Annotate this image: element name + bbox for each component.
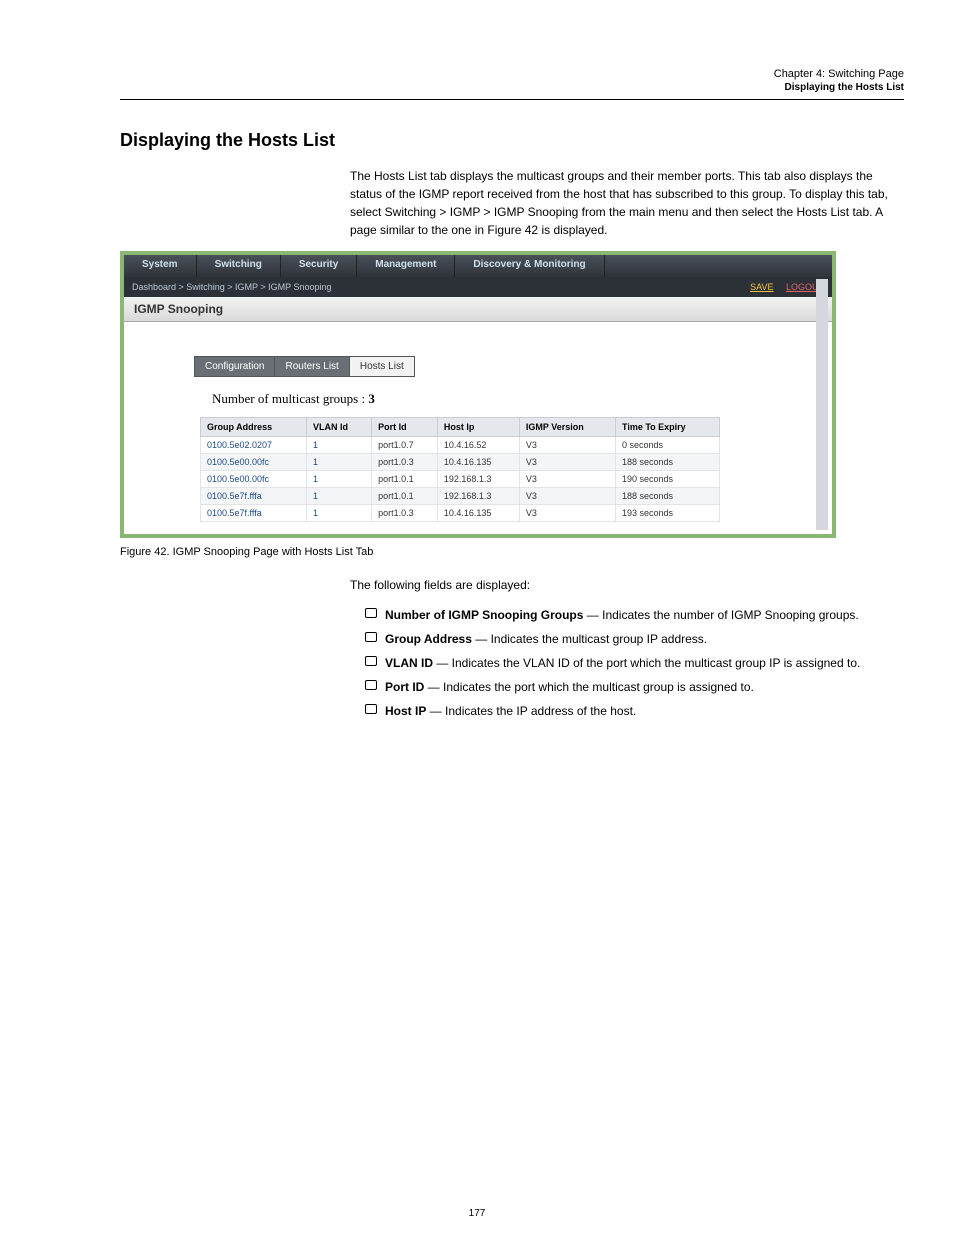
table-row: 0100.5e00.00fc1port1.0.1192.168.1.3V3190… — [201, 471, 720, 488]
nav-security[interactable]: Security — [281, 255, 357, 277]
figure-caption: Figure 42. IGMP Snooping Page with Hosts… — [120, 546, 904, 558]
table-row: 0100.5e02.02071port1.0.710.4.16.52V30 se… — [201, 437, 720, 454]
col-igmp-version: IGMP Version — [519, 418, 615, 437]
list-item: VLAN ID — Indicates the VLAN ID of the p… — [365, 654, 904, 672]
fields-intro: The following fields are displayed: — [350, 576, 904, 594]
bullet-icon — [365, 680, 377, 690]
col-host-ip: Host Ip — [437, 418, 519, 437]
tab-hosts-list[interactable]: Hosts List — [349, 356, 415, 377]
nav-management[interactable]: Management — [357, 255, 455, 277]
list-item: Host IP — Indicates the IP address of th… — [365, 702, 904, 720]
intro-paragraph: The Hosts List tab displays the multicas… — [350, 167, 904, 239]
list-item: Port ID — Indicates the port which the m… — [365, 678, 904, 696]
table-row: 0100.5e7f.fffa1port1.0.1192.168.1.3V3188… — [201, 488, 720, 505]
table-row: 0100.5e00.00fc1port1.0.310.4.16.135V3188… — [201, 454, 720, 471]
running-title: Chapter 4: Switching Page — [774, 68, 904, 80]
nav-system[interactable]: System — [124, 255, 197, 277]
bullet-icon — [365, 608, 377, 618]
nav-switching[interactable]: Switching — [197, 255, 281, 277]
section-heading: Displaying the Hosts List — [120, 130, 904, 151]
embedded-screenshot: System Switching Security Management Dis… — [120, 251, 836, 538]
multicast-count: Number of multicast groups : 3 — [212, 391, 802, 407]
list-item: Group Address — Indicates the multicast … — [365, 630, 904, 648]
scrollbar[interactable] — [816, 279, 828, 530]
tab-routers-list[interactable]: Routers List — [274, 356, 349, 377]
table-row: 0100.5e7f.fffa1port1.0.310.4.16.135V3193… — [201, 505, 720, 522]
hosts-table: Group Address VLAN Id Port Id Host Ip IG… — [200, 417, 720, 522]
section-label: Displaying the Hosts List — [785, 82, 904, 93]
bullet-icon — [365, 656, 377, 666]
nav-discovery[interactable]: Discovery & Monitoring — [455, 255, 604, 277]
bullet-icon — [365, 704, 377, 714]
col-group-address: Group Address — [201, 418, 307, 437]
bullet-icon — [365, 632, 377, 642]
col-vlan-id: VLAN Id — [307, 418, 372, 437]
col-port-id: Port Id — [372, 418, 438, 437]
top-nav: System Switching Security Management Dis… — [124, 255, 832, 277]
panel-title: IGMP Snooping — [124, 297, 832, 322]
page-number: 177 — [469, 1208, 486, 1219]
list-item: Number of IGMP Snooping Groups — Indicat… — [365, 606, 904, 624]
col-time-expiry: Time To Expiry — [615, 418, 719, 437]
breadcrumb: Dashboard > Switching > IGMP > IGMP Snoo… — [132, 282, 332, 292]
save-link[interactable]: SAVE — [750, 282, 773, 292]
tab-configuration[interactable]: Configuration — [194, 356, 275, 377]
